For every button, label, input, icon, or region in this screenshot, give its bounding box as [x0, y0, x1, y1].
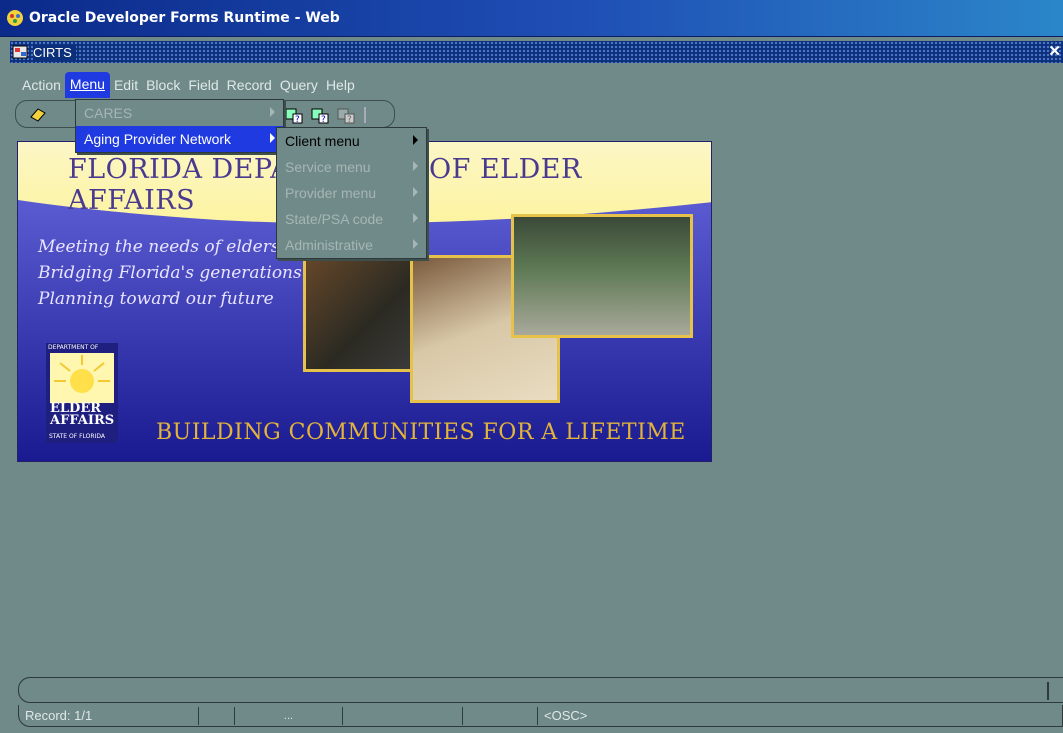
scrollbar-handle[interactable]	[1047, 682, 1049, 700]
submenu-item-provider[interactable]: Provider menu	[277, 180, 426, 206]
menu-item-cares[interactable]: CARES	[76, 100, 283, 126]
elder-affairs-logo: DEPARTMENT OF ELDER AFFAIRS STATE OF FLO…	[46, 343, 118, 443]
menu-help[interactable]: Help	[322, 74, 359, 96]
status-cell-2	[199, 706, 235, 725]
chevron-right-icon	[413, 135, 418, 145]
close-icon[interactable]: ✕	[1048, 42, 1061, 60]
menu-dropdown: CARES Aging Provider Network	[75, 99, 284, 153]
menu-record[interactable]: Record	[223, 74, 276, 96]
banner-footer: BUILDING COMMUNITIES FOR A LIFETIME	[156, 420, 686, 445]
submenu-aging-provider-network: Client menu Service menu Provider menu S…	[276, 127, 427, 259]
toolbar-separator	[364, 107, 366, 123]
submenu-item-client[interactable]: Client menu	[277, 128, 426, 154]
menu-action[interactable]: Action	[18, 74, 65, 96]
form-icon	[12, 45, 28, 59]
save-icon[interactable]	[28, 105, 48, 125]
menu-item-aging-provider-network[interactable]: Aging Provider Network	[76, 126, 283, 152]
oracle-app-icon	[7, 10, 23, 26]
menubar: Action Menu Edit Block Field Record Quer…	[18, 72, 359, 98]
menu-edit[interactable]: Edit	[110, 74, 142, 96]
menu-block[interactable]: Block	[142, 74, 184, 96]
chevron-right-icon	[413, 161, 418, 171]
chevron-right-icon	[270, 133, 275, 143]
photo-family	[511, 214, 693, 338]
window-titlebar: Oracle Developer Forms Runtime - Web	[0, 0, 1063, 37]
form-titlebar: CIRTS ✕	[10, 41, 1063, 63]
status-record: Record: 1/1	[19, 706, 199, 725]
banner-tagline-3: Planning toward our future	[38, 289, 274, 309]
chevron-right-icon	[413, 187, 418, 197]
form-title: CIRTS	[33, 44, 76, 60]
query-icon[interactable]: ?	[284, 105, 304, 125]
query-execute-icon[interactable]: ?	[310, 105, 330, 125]
chevron-right-icon	[413, 213, 418, 223]
menu-menu[interactable]: Menu	[64, 72, 110, 98]
chevron-right-icon	[413, 239, 418, 249]
status-osc: <OSC>	[544, 708, 588, 723]
submenu-item-administrative[interactable]: Administrative	[277, 232, 426, 258]
menu-field[interactable]: Field	[184, 74, 222, 96]
photo-guitar	[303, 242, 421, 372]
window-title: Oracle Developer Forms Runtime - Web	[29, 10, 340, 26]
svg-text:?: ?	[347, 115, 352, 125]
submenu-item-service[interactable]: Service menu	[277, 154, 426, 180]
menu-query[interactable]: Query	[276, 74, 322, 96]
status-bar: Record: 1/1 ... <OSC>	[18, 705, 1063, 727]
submenu-item-state-psa[interactable]: State/PSA code	[277, 206, 426, 232]
svg-text:?: ?	[295, 115, 300, 125]
svg-text:?: ?	[321, 115, 326, 125]
query-cancel-icon[interactable]: ?	[336, 105, 356, 125]
message-line	[18, 677, 1063, 703]
banner-tagline-2: Bridging Florida's generations	[38, 263, 302, 283]
status-cell-5	[463, 706, 538, 725]
status-ellipsis: ...	[235, 706, 343, 725]
banner-tagline-1: Meeting the needs of elders	[38, 237, 280, 257]
chevron-right-icon	[270, 107, 275, 117]
sun-icon	[50, 353, 114, 403]
status-cell-4	[343, 706, 463, 725]
